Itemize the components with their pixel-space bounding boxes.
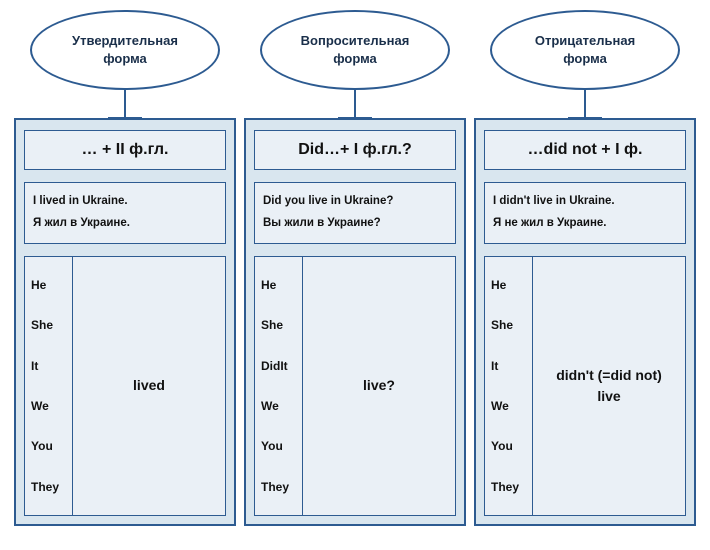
pronoun: It [31, 357, 66, 375]
panel: Did…+ I ф.гл.? Did you live in Ukraine? … [244, 118, 466, 526]
verb-text: lived [133, 375, 165, 396]
example-ru: Я жил в Украине. [33, 213, 217, 235]
pronoun: She [261, 316, 296, 334]
bubble-title: Вопросительная форма [260, 10, 450, 90]
connector-line [584, 90, 586, 118]
verb-column: live? [303, 257, 455, 515]
formula-box: … + II ф.гл. [24, 130, 226, 170]
column-interrogative: Вопросительная форма Did…+ I ф.гл.? Did … [244, 10, 466, 526]
pronoun: She [31, 316, 66, 334]
column-negative: Отрицательная форма …did not + I ф. I di… [474, 10, 696, 526]
pronoun: They [261, 478, 296, 496]
example-ru: Я не жил в Украине. [493, 213, 677, 235]
pronoun: You [261, 437, 296, 455]
connector-line [124, 90, 126, 118]
pronoun: He [261, 276, 296, 294]
pronoun: You [31, 437, 66, 455]
pronoun-column: He She DidIt We You They [255, 257, 303, 515]
examples-box: Did you live in Ukraine? Вы жили в Украи… [254, 182, 456, 244]
formula-text: …did not + I ф. [528, 141, 643, 158]
bubble-title: Утвердительная форма [30, 10, 220, 90]
example-ru: Вы жили в Украине? [263, 213, 447, 235]
example-en: I lived in Ukraine. [33, 191, 217, 213]
pronoun: He [491, 276, 526, 294]
pronoun: DidIt [261, 357, 296, 375]
pronoun: We [31, 397, 66, 415]
panel: …did not + I ф. I didn't live in Ukraine… [474, 118, 696, 526]
bubble-title-text: Вопросительная форма [301, 32, 410, 68]
pronoun: We [261, 397, 296, 415]
verb-column: didn't (=did not) live [533, 257, 685, 515]
pronoun-table: He She DidIt We You They live? [254, 256, 456, 516]
pronoun: They [491, 478, 526, 496]
formula-box: …did not + I ф. [484, 130, 686, 170]
bubble-title: Отрицательная форма [490, 10, 680, 90]
pronoun: They [31, 478, 66, 496]
verb-column: lived [73, 257, 225, 515]
formula-text: … + II ф.гл. [82, 141, 169, 158]
pronoun-column: He She It We You They [485, 257, 533, 515]
pronoun: He [31, 276, 66, 294]
examples-box: I didn't live in Ukraine. Я не жил в Укр… [484, 182, 686, 244]
pronoun-column: He She It We You They [25, 257, 73, 515]
bubble-title-text: Утвердительная форма [72, 32, 178, 68]
pronoun-table: He She It We You They didn't (=did not) … [484, 256, 686, 516]
pronoun: She [491, 316, 526, 334]
pronoun: You [491, 437, 526, 455]
example-en: I didn't live in Ukraine. [493, 191, 677, 213]
panel: … + II ф.гл. I lived in Ukraine. Я жил в… [14, 118, 236, 526]
formula-text: Did…+ I ф.гл.? [298, 141, 412, 158]
pronoun: We [491, 397, 526, 415]
pronoun: It [491, 357, 526, 375]
pronoun-table: He She It We You They lived [24, 256, 226, 516]
bubble-title-text: Отрицательная форма [535, 32, 635, 68]
verb-text: didn't (=did not) live [556, 365, 662, 407]
formula-box: Did…+ I ф.гл.? [254, 130, 456, 170]
diagram-columns: Утвердительная форма … + II ф.гл. I live… [0, 0, 710, 536]
example-en: Did you live in Ukraine? [263, 191, 447, 213]
examples-box: I lived in Ukraine. Я жил в Украине. [24, 182, 226, 244]
verb-text: live? [363, 375, 395, 396]
column-affirmative: Утвердительная форма … + II ф.гл. I live… [14, 10, 236, 526]
connector-line [354, 90, 356, 118]
